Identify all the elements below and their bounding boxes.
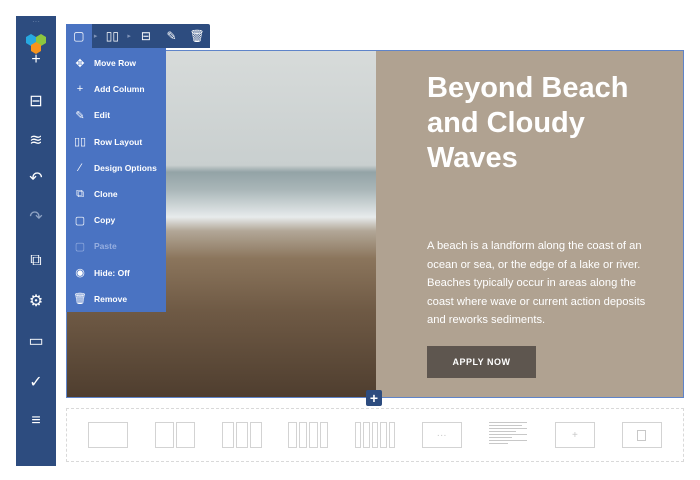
edit-icon[interactable]: ✎ xyxy=(159,24,185,48)
responsive-icon[interactable]: ⧉ xyxy=(16,249,56,273)
menu-item-design-options[interactable]: ⁄ Design Options xyxy=(66,155,166,181)
plus-icon[interactable]: + xyxy=(16,48,56,72)
menu-item-icon: ✥ xyxy=(75,57,85,70)
layout-2-columns[interactable] xyxy=(154,422,195,448)
layout-1-column[interactable] xyxy=(88,422,129,448)
layout-more[interactable]: ··· xyxy=(421,422,462,448)
menu-item-icon: 🗑 xyxy=(73,293,87,306)
menu-item-move-row[interactable]: ✥ Move Row xyxy=(66,50,166,76)
paste-template-icon[interactable] xyxy=(621,422,662,448)
row-icon[interactable]: ▢ xyxy=(66,24,92,48)
menu-item-icon: ▢ xyxy=(74,214,86,227)
menu-item-label: Paste xyxy=(94,241,117,252)
layout-4-columns[interactable] xyxy=(288,422,329,448)
hero-description: A beach is a landform along the coast of… xyxy=(427,240,646,326)
menu-item-icon: + xyxy=(76,83,84,96)
menu-item-label: Row Layout xyxy=(94,136,143,147)
text-block-icon[interactable] xyxy=(488,422,528,448)
menu-item-label: Copy xyxy=(94,215,116,226)
row-toolbar: ▢ ▸ ▯▯ ▸ ⊟ ✎ 🗑 xyxy=(66,24,210,48)
menu-item-label: Hide: Off xyxy=(94,267,130,278)
editor-sidebar: ··· + ⊟ ≋ ↶ ↷ ⧉ ⚙ ▭ ✓ ≡ xyxy=(16,16,56,466)
menu-item-label: Move Row xyxy=(94,58,137,69)
delete-icon[interactable]: 🗑 xyxy=(184,24,210,48)
redo-icon[interactable]: ↷ xyxy=(16,205,56,229)
text-panel: Beyond Beach and Cloudy Waves A beach is… xyxy=(376,51,683,397)
apply-now-button[interactable]: APPLY NOW xyxy=(427,346,536,378)
menu-item-add-column[interactable]: + Add Column xyxy=(66,76,166,102)
column-icon[interactable]: ▯▯ xyxy=(100,24,126,48)
settings-icon[interactable]: ⚙ xyxy=(16,289,56,313)
menu-item-icon: ⁄ xyxy=(79,161,81,174)
add-row-button[interactable]: + xyxy=(366,390,382,406)
element-icon[interactable]: ⊟ xyxy=(16,89,56,113)
menu-item-label: Clone xyxy=(94,189,118,200)
menu-item-label: Edit xyxy=(94,110,111,121)
layout-5-columns[interactable] xyxy=(354,422,395,448)
menu-item-icon: ⧉ xyxy=(76,187,84,200)
menu-item-icon: ✎ xyxy=(75,109,85,122)
layout-3-columns[interactable] xyxy=(221,422,262,448)
template-icon[interactable]: ▭ xyxy=(16,329,56,353)
menu-icon[interactable]: ≡ xyxy=(16,409,56,433)
menu-item-remove[interactable]: 🗑 Remove xyxy=(66,286,166,312)
add-element[interactable]: + xyxy=(554,422,595,448)
drag-handle[interactable]: ··· xyxy=(16,18,56,26)
menu-item-copy[interactable]: ▢ Copy xyxy=(66,207,166,233)
menu-item-edit[interactable]: ✎ Edit xyxy=(66,102,166,128)
menu-item-label: Design Options xyxy=(94,162,157,173)
layout-picker: ··· + xyxy=(66,408,684,462)
menu-item-label: Remove xyxy=(94,293,128,304)
save-check-icon[interactable]: ✓ xyxy=(16,370,56,394)
menu-item-paste[interactable]: ▢ Paste xyxy=(66,233,166,259)
menu-item-row-layout[interactable]: ▯▯ Row Layout xyxy=(66,129,166,155)
layers-icon[interactable]: ≋ xyxy=(16,128,56,152)
menu-item-hide-off[interactable]: ◉ Hide: Off xyxy=(66,260,166,286)
menu-item-icon: ▯▯ xyxy=(73,136,87,149)
save-template-icon[interactable]: ⊟ xyxy=(133,24,159,48)
undo-icon[interactable]: ↶ xyxy=(16,166,56,190)
menu-item-icon: ▢ xyxy=(74,240,86,253)
row-context-menu: ✥ Move Row + Add Column ✎ Edit ▯▯ Row Layout ⁄ De… xyxy=(66,48,166,312)
chevron-right-icon: ▸ xyxy=(93,33,98,40)
menu-item-icon: ◉ xyxy=(75,267,85,280)
menu-item-clone[interactable]: ⧉ Clone xyxy=(66,181,166,207)
hero-title: Beyond Beach and Cloudy Waves xyxy=(427,72,629,174)
chevron-right-icon: ▸ xyxy=(127,33,131,40)
menu-item-label: Add Column xyxy=(94,84,145,95)
